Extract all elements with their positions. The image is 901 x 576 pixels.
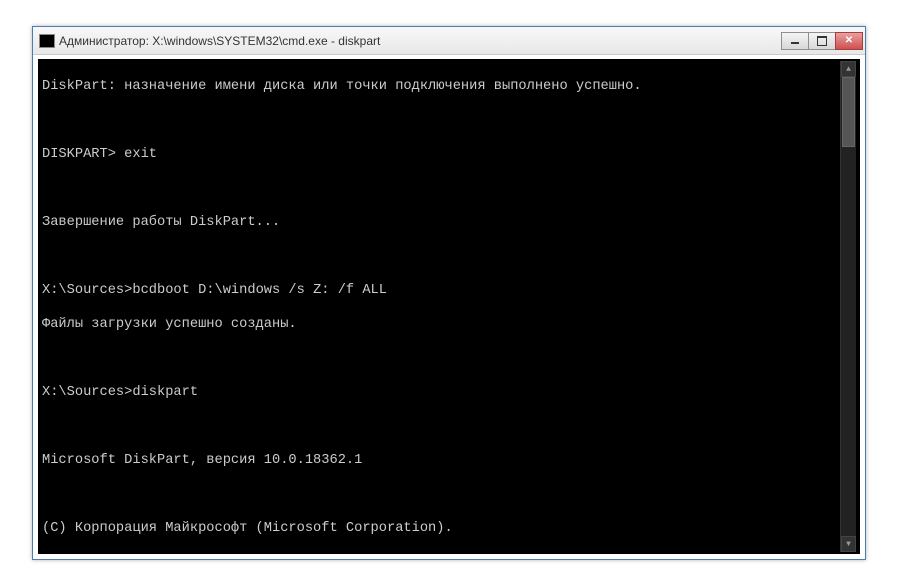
- prompt-line: X:\Sources>diskpart: [42, 384, 840, 401]
- output-line: Microsoft DiskPart, версия 10.0.18362.1: [42, 452, 840, 469]
- terminal-output: DiskPart: назначение имени диска или точ…: [42, 61, 840, 552]
- output-line: [42, 112, 840, 129]
- output-line: Файлы загрузки успешно созданы.: [42, 316, 840, 333]
- prompt-line: X:\Sources>bcdboot D:\windows /s Z: /f A…: [42, 282, 840, 299]
- close-button[interactable]: [835, 32, 863, 50]
- terminal-window: Администратор: X:\windows\SYSTEM32\cmd.e…: [32, 26, 866, 560]
- output-line: [42, 180, 840, 197]
- output-line: [42, 418, 840, 435]
- terminal-area[interactable]: DiskPart: назначение имени диска или точ…: [38, 59, 860, 554]
- scroll-thumb[interactable]: [842, 77, 855, 147]
- command: exit: [124, 147, 157, 162]
- prompt: X:\Sources>: [42, 385, 132, 400]
- window-controls: [782, 32, 863, 50]
- scroll-up-button[interactable]: ▲: [841, 61, 856, 77]
- vertical-scrollbar[interactable]: ▲ ▼: [840, 61, 856, 552]
- output-line: [42, 248, 840, 265]
- prompt: X:\Sources>: [42, 283, 132, 298]
- titlebar[interactable]: Администратор: X:\windows\SYSTEM32\cmd.e…: [33, 27, 865, 55]
- output-line: [42, 486, 840, 503]
- output-line: (C) Корпорация Майкрософт (Microsoft Cor…: [42, 520, 840, 537]
- output-line: DiskPart: назначение имени диска или точ…: [42, 78, 840, 95]
- minimize-button[interactable]: [781, 32, 809, 50]
- scroll-down-button[interactable]: ▼: [841, 536, 856, 552]
- window-title: Администратор: X:\windows\SYSTEM32\cmd.e…: [59, 34, 782, 48]
- output-line: Завершение работы DiskPart...: [42, 214, 840, 231]
- scroll-track[interactable]: [841, 77, 856, 536]
- prompt: DISKPART>: [42, 147, 124, 162]
- terminal-icon: [39, 34, 55, 48]
- maximize-button[interactable]: [808, 32, 836, 50]
- command: diskpart: [132, 385, 198, 400]
- prompt-line: DISKPART> exit: [42, 146, 840, 163]
- command: bcdboot D:\windows /s Z: /f ALL: [132, 283, 387, 298]
- output-line: [42, 350, 840, 367]
